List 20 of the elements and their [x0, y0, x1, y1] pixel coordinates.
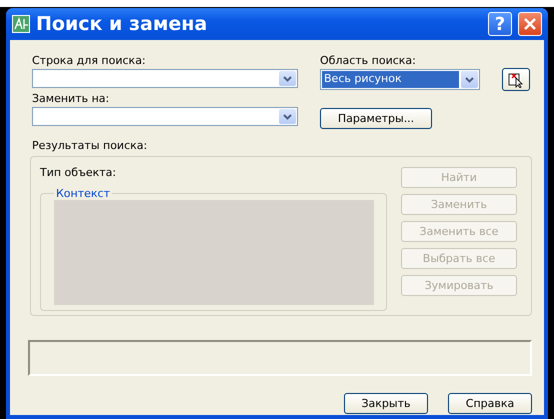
field-label: Область поиска: — [320, 54, 417, 67]
select-cursor-icon — [508, 72, 524, 88]
options-button[interactable]: Параметры... — [320, 108, 432, 129]
field-label: Тип объекта: — [40, 166, 118, 179]
combo-value: Весь рисунок — [322, 71, 459, 88]
field-label: Строка для поиска: — [32, 54, 147, 67]
dialog-button[interactable]: Закрыть — [344, 393, 428, 414]
window-title: Поиск и замена — [36, 13, 208, 35]
app-icon — [12, 15, 30, 33]
replace-combo[interactable] — [32, 107, 298, 126]
search-area-combo[interactable]: Весь рисунок — [320, 69, 480, 90]
select-objects-button[interactable] — [502, 68, 530, 91]
section-label: Результаты поиска: — [31, 139, 148, 152]
search-combo[interactable] — [32, 69, 298, 88]
close-button[interactable] — [518, 12, 542, 36]
dialog-button[interactable]: Справка — [448, 393, 532, 414]
field-label: Заменить на: — [32, 92, 110, 105]
help-button[interactable]: ? — [488, 12, 512, 36]
group-title: Контекст — [55, 187, 112, 200]
close-icon — [523, 17, 537, 31]
